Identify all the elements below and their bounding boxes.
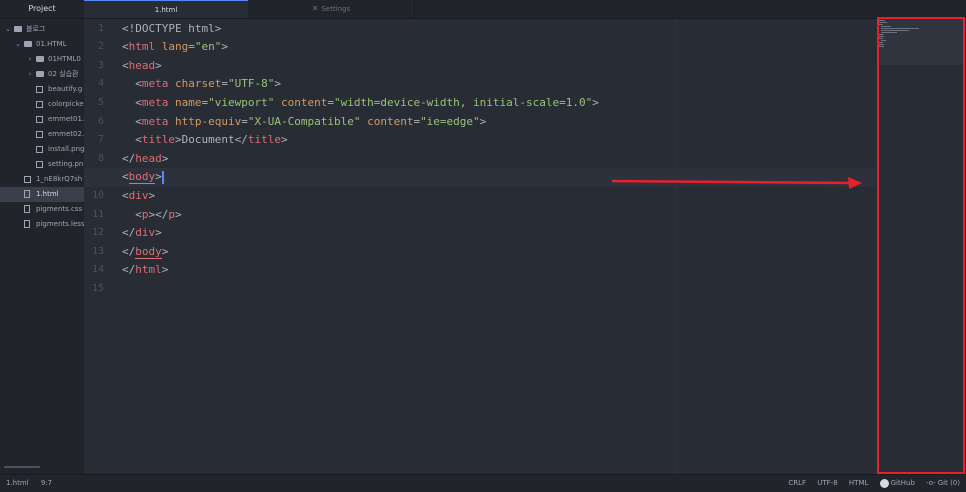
image-file-icon [36, 146, 43, 153]
status-line-ending[interactable]: CRLF [788, 479, 806, 487]
tree-item[interactable]: emmet01. [0, 112, 84, 127]
tree-item[interactable]: › 02 실습환 [0, 67, 84, 82]
tree-item[interactable]: ⌄ 01.HTML [0, 37, 84, 52]
git-commit-icon: -o- [926, 479, 936, 487]
tree-item[interactable]: emmet02. [0, 127, 84, 142]
chevron-right-icon[interactable]: › [26, 52, 34, 67]
status-git[interactable]: -o- Git (0) [926, 479, 960, 487]
status-github[interactable]: GitHub [879, 478, 915, 488]
status-grammar[interactable]: HTML [849, 479, 868, 487]
tree-item-label: pigments.less [36, 220, 84, 228]
tab-bar: 1.html ✕ Settings [84, 0, 966, 19]
folder-icon [36, 71, 44, 77]
chevron-right-icon[interactable]: › [26, 67, 34, 82]
image-file-icon [36, 131, 43, 138]
status-cursor-position[interactable]: 9:7 [41, 479, 52, 487]
project-tab[interactable]: Project [0, 0, 84, 19]
tree-item-label: 블로그 [26, 25, 46, 33]
chevron-down-icon[interactable]: ⌄ [14, 37, 22, 52]
wrench-icon: ✕ [311, 4, 319, 13]
image-file-icon [36, 116, 43, 123]
tree-item-label: emmet02. [48, 130, 84, 138]
status-file-name[interactable]: 1.html [6, 479, 29, 487]
tree-item[interactable]: pigments.css [0, 202, 84, 217]
tab-label: Settings [321, 5, 351, 13]
code-editor[interactable]: 123456789101112131415 <!DOCTYPE html><ht… [84, 19, 876, 474]
red-arrow-annotation [611, 177, 862, 189]
file-icon [24, 220, 30, 228]
image-file-icon [36, 86, 43, 93]
tree-item[interactable]: install.png [0, 142, 84, 157]
tree-item[interactable]: setting.pn [0, 157, 84, 172]
tree-item-label: setting.pn [48, 160, 84, 168]
status-bar: 1.html 9:7 CRLF UTF-8 HTML GitHub -o- Git… [0, 474, 966, 492]
tab-label: 1.html [154, 6, 178, 14]
tree-item[interactable]: pigments.less [0, 217, 84, 232]
folder-icon [36, 56, 44, 62]
tree-item[interactable]: beautify.g [0, 82, 84, 97]
file-tree: ⌄ 블로그 ⌄ 01.HTML › 01HTML0 › 02 실습환 beautify.g col… [0, 19, 84, 232]
tree-item-label: 01HTML0 [48, 55, 81, 63]
tab-1-html[interactable]: 1.html [84, 0, 248, 18]
sidebar-scrollbar[interactable] [4, 466, 40, 468]
tree-item-label: 02 실습환 [48, 70, 79, 78]
tree-item[interactable]: 1_nE8krQ7sh [0, 172, 84, 187]
tree-item-label: 1_nE8krQ7sh [36, 175, 83, 183]
project-panel: Project ⌄ 블로그 ⌄ 01.HTML › 01HTML0 › 02 실습환 beaut… [0, 0, 84, 474]
folder-icon [14, 26, 22, 32]
tree-item[interactable]: colorpicke [0, 97, 84, 112]
file-icon [24, 190, 30, 198]
chevron-down-icon[interactable]: ⌄ [4, 22, 12, 37]
minimap-highlight-box [877, 17, 965, 474]
tree-item-label: pigments.css [36, 205, 83, 213]
tree-item-label: install.png [48, 145, 84, 153]
tree-item[interactable]: ⌄ 블로그 [0, 22, 84, 37]
tree-item-label: 01.HTML [36, 40, 67, 48]
file-icon [24, 205, 30, 213]
image-file-icon [36, 101, 43, 108]
tab-settings[interactable]: ✕ Settings [248, 0, 415, 18]
tree-item-label: colorpicke [48, 100, 84, 108]
image-file-icon [36, 161, 43, 168]
folder-icon [24, 41, 32, 47]
status-encoding[interactable]: UTF-8 [817, 479, 837, 487]
tree-item[interactable]: 1.html [0, 187, 84, 202]
github-icon [879, 478, 889, 488]
tree-item-label: beautify.g [48, 85, 83, 93]
tree-item-label: emmet01. [48, 115, 84, 123]
tree-item-label: 1.html [36, 190, 59, 198]
image-file-icon [24, 176, 31, 183]
tree-item[interactable]: › 01HTML0 [0, 52, 84, 67]
